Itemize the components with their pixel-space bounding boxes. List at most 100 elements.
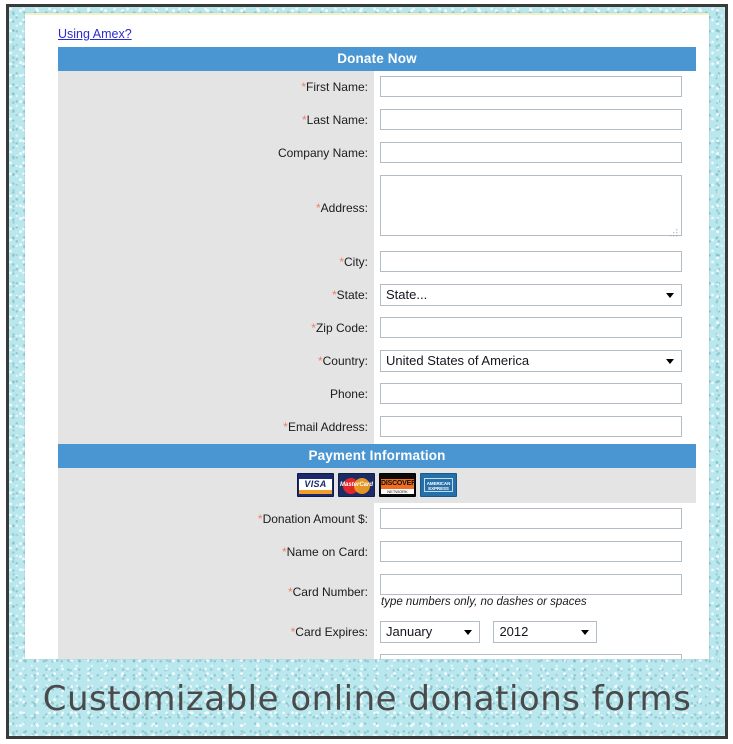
label-country-text: Country:	[322, 354, 368, 368]
form-row-card-number: * Card Number: type numbers only, no dash…	[58, 569, 696, 616]
label-company-name: Company Name:	[58, 137, 374, 170]
form-row-zip-code: * Zip Code:	[58, 312, 696, 345]
form-row-phone: Phone:	[58, 378, 696, 411]
cvv-number-input[interactable]	[380, 654, 682, 659]
mastercard-card-logo: MasterCard	[338, 473, 375, 497]
form-row-address: * Address:	[58, 170, 696, 246]
form-canvas: Using Amex? Donate Now * First Name: * Las…	[25, 13, 709, 659]
visa-card-logo: VISA	[297, 473, 334, 497]
label-card-number-text: Card Number:	[292, 585, 368, 599]
label-address-text: Address:	[320, 200, 368, 215]
field-email-address	[374, 411, 696, 442]
state-select-value: State...	[386, 287, 428, 302]
first-name-input[interactable]	[380, 76, 682, 97]
form-row-company-name: Company Name:	[58, 137, 696, 170]
field-card-expires: January 2012	[374, 616, 696, 648]
card-number-input[interactable]	[380, 574, 682, 595]
chevron-down-icon	[464, 630, 472, 635]
accepted-cards-row: VISA MasterCard DISCOVER NETWORK AMERICA…	[58, 468, 696, 503]
photo-frame-border: Using Amex? Donate Now * First Name: * Las…	[6, 4, 728, 739]
address-textarea-wrapper	[380, 175, 682, 241]
form-row-last-name: * Last Name:	[58, 104, 696, 137]
label-cvv-number-text: CVV Number:	[294, 658, 368, 659]
form-row-email-address: * Email Address:	[58, 411, 696, 444]
framed-screenshot: Using Amex? Donate Now * First Name: * Las…	[0, 0, 733, 744]
chevron-down-icon	[666, 359, 674, 364]
label-card-expires: * Card Expires:	[58, 616, 374, 649]
field-address	[374, 170, 696, 246]
chevron-down-icon	[666, 293, 674, 298]
label-card-number: * Card Number:	[58, 569, 374, 616]
field-state: State...	[374, 279, 696, 311]
form-row-donation-amount: * Donation Amount $:	[58, 503, 696, 536]
address-textarea[interactable]	[380, 175, 682, 236]
form-row-card-expires: * Card Expires: January 2012	[58, 616, 696, 649]
country-select-value: United States of America	[386, 353, 530, 368]
label-country: * Country:	[58, 345, 374, 378]
label-company-name-text: Company Name:	[277, 146, 368, 160]
company-name-input[interactable]	[380, 142, 682, 163]
label-donation-amount: * Donation Amount $:	[58, 503, 374, 536]
form-row-name-on-card: * Name on Card:	[58, 536, 696, 569]
email-address-input[interactable]	[380, 416, 682, 437]
mastercard-card-logo-text: MasterCard	[339, 482, 373, 488]
name-on-card-input[interactable]	[380, 541, 682, 562]
phone-input[interactable]	[380, 383, 682, 404]
visa-card-logo-text: VISA	[299, 479, 332, 490]
field-last-name	[374, 104, 696, 135]
label-first-name-text: First Name:	[305, 80, 368, 94]
section-header-donate-now: Donate Now	[58, 47, 696, 71]
label-email-address-text: Email Address:	[287, 420, 368, 434]
zip-code-input[interactable]	[380, 317, 682, 338]
label-address: * Address:	[58, 170, 374, 246]
label-cvv-number: CVV Number:	[58, 649, 374, 659]
image-caption: Customizable online donations forms	[42, 679, 692, 719]
label-name-on-card-text: Name on Card:	[286, 545, 368, 559]
state-select[interactable]: State...	[380, 284, 682, 306]
using-amex-link[interactable]: Using Amex?	[58, 27, 132, 41]
donation-form: Donate Now * First Name: * Last Name: Co…	[58, 47, 696, 659]
label-phone-text: Phone:	[329, 387, 368, 401]
label-state-text: State:	[336, 288, 368, 302]
section-header-payment-information: Payment Information	[58, 444, 696, 468]
label-donation-amount-text: Donation Amount $:	[262, 512, 368, 526]
label-card-expires-text: Card Expires:	[295, 625, 368, 639]
card-number-hint: type numbers only, no dashes or spaces	[381, 596, 587, 608]
field-phone	[374, 378, 696, 409]
field-city	[374, 246, 696, 277]
label-city: * City:	[58, 246, 374, 279]
form-row-state: * State: State...	[58, 279, 696, 312]
amex-card-logo-text: AMERICAN EXPRESS	[424, 478, 453, 492]
discover-card-logo: DISCOVER NETWORK	[379, 473, 416, 497]
amex-card-logo: AMERICAN EXPRESS	[420, 473, 457, 497]
card-expires-year-select[interactable]: 2012	[493, 621, 598, 643]
label-zip-code: * Zip Code:	[58, 312, 374, 345]
field-name-on-card	[374, 536, 696, 567]
country-select[interactable]: United States of America	[380, 350, 682, 372]
form-row-cvv-number: CVV Number:	[58, 649, 696, 659]
field-first-name	[374, 71, 696, 102]
donation-amount-input[interactable]	[380, 508, 682, 529]
field-donation-amount	[374, 503, 696, 534]
discover-card-logo-text: DISCOVER	[381, 479, 416, 489]
top-divider-rule	[25, 13, 709, 15]
city-input[interactable]	[380, 251, 682, 272]
last-name-input[interactable]	[380, 109, 682, 130]
field-country: United States of America	[374, 345, 696, 377]
label-last-name: * Last Name:	[58, 104, 374, 137]
label-last-name-text: Last Name:	[306, 113, 368, 127]
field-card-number: type numbers only, no dashes or spaces	[374, 569, 696, 616]
visa-gold-bar	[299, 490, 332, 494]
field-cvv-number	[374, 649, 696, 659]
label-state: * State:	[58, 279, 374, 312]
discover-network-text: NETWORK	[381, 489, 414, 494]
label-zip-code-text: Zip Code:	[315, 321, 368, 335]
form-row-first-name: * First Name:	[58, 71, 696, 104]
form-row-country: * Country: United States of America	[58, 345, 696, 378]
label-email-address: * Email Address:	[58, 411, 374, 444]
label-first-name: * First Name:	[58, 71, 374, 104]
label-city-text: City:	[344, 255, 368, 269]
chevron-down-icon	[581, 630, 590, 635]
form-row-city: * City:	[58, 246, 696, 279]
card-expires-month-select[interactable]: January	[380, 621, 480, 643]
